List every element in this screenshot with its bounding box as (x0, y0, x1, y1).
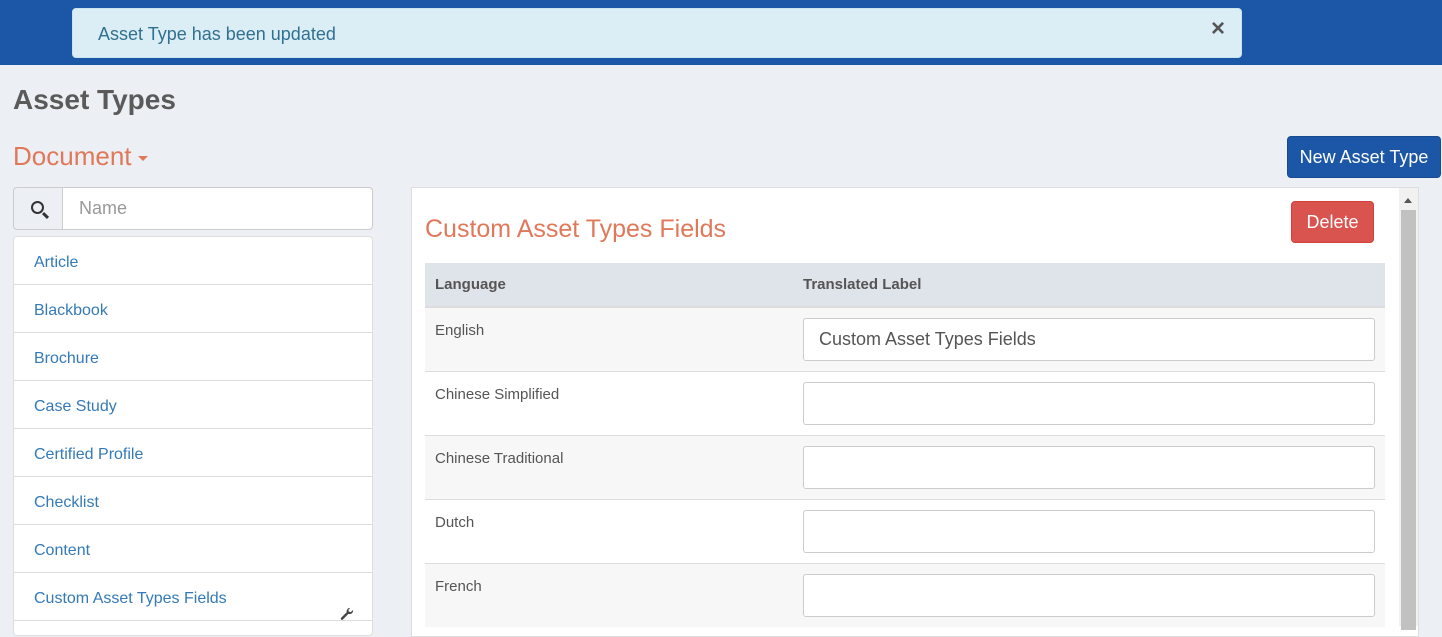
caret-down-icon (137, 155, 148, 161)
panel-scrollbar[interactable] (1399, 188, 1418, 630)
table-row: Chinese Simplified (425, 370, 1385, 435)
list-item-label: Case Study (34, 398, 117, 415)
category-dropdown-label: Document (13, 141, 132, 171)
translated-label-input[interactable] (803, 445, 1375, 489)
list-item-label: Certified Profile (34, 446, 144, 463)
table-row: Chinese Traditional (425, 434, 1385, 499)
list-item-content[interactable]: Content (14, 525, 372, 573)
page-title: Asset Types (13, 84, 176, 115)
list-item-custom-asset-types-fields[interactable]: Custom Asset Types Fields (14, 573, 372, 621)
table-row: French (425, 562, 1385, 627)
delete-button[interactable]: Delete (1291, 201, 1374, 243)
column-header-language: Language (425, 263, 793, 308)
translated-label-input[interactable] (803, 573, 1375, 617)
success-alert: Asset Type has been updated × (72, 8, 1242, 58)
search-input[interactable] (62, 187, 373, 230)
list-item-label: Custom Asset Types Fields (34, 590, 227, 607)
search-icon (13, 187, 62, 230)
list-item-brochure[interactable]: Brochure (14, 333, 372, 381)
list-item-blackbook[interactable]: Blackbook (14, 285, 372, 333)
detail-panel: Custom Asset Types Fields Delete Languag… (411, 187, 1419, 637)
search-group (13, 187, 373, 230)
language-cell: English (425, 306, 793, 371)
translated-label-input[interactable] (803, 381, 1375, 425)
list-item-label: Brochure (34, 350, 99, 367)
list-item-article[interactable]: Article (14, 237, 372, 285)
close-icon[interactable]: × (1211, 17, 1225, 41)
detail-title: Custom Asset Types Fields (425, 215, 727, 243)
column-header-translated-label: Translated Label (793, 263, 1385, 308)
table-row: English (425, 306, 1385, 371)
new-asset-type-button[interactable]: New Asset Type (1287, 136, 1441, 178)
scroll-up-arrow-icon[interactable] (1404, 198, 1412, 203)
list-item-label: Blackbook (34, 302, 108, 319)
translated-label-input[interactable] (803, 509, 1375, 553)
list-item-label: Content (34, 542, 91, 559)
alert-message: Asset Type has been updated (98, 24, 336, 44)
language-cell: Dutch (425, 498, 793, 563)
asset-type-list: Article Blackbook Brochure Case Study Ce… (13, 236, 373, 636)
wrench-icon[interactable] (340, 591, 354, 635)
category-dropdown[interactable]: Document (13, 141, 148, 172)
translated-label-input[interactable] (803, 318, 1375, 361)
table-row: Dutch (425, 498, 1385, 563)
scrollbar-thumb[interactable] (1401, 210, 1416, 630)
language-cell: Chinese Simplified (425, 370, 793, 435)
language-cell: French (425, 562, 793, 627)
list-item-checklist[interactable]: Checklist (14, 477, 372, 525)
list-item-label: Checklist (34, 494, 99, 511)
language-cell: Chinese Traditional (425, 434, 793, 499)
list-item-case-study[interactable]: Case Study (14, 381, 372, 429)
translations-table: Language Translated Label English Chines… (425, 263, 1385, 627)
list-item-label: Article (34, 254, 79, 271)
list-item-certified-profile[interactable]: Certified Profile (14, 429, 372, 477)
